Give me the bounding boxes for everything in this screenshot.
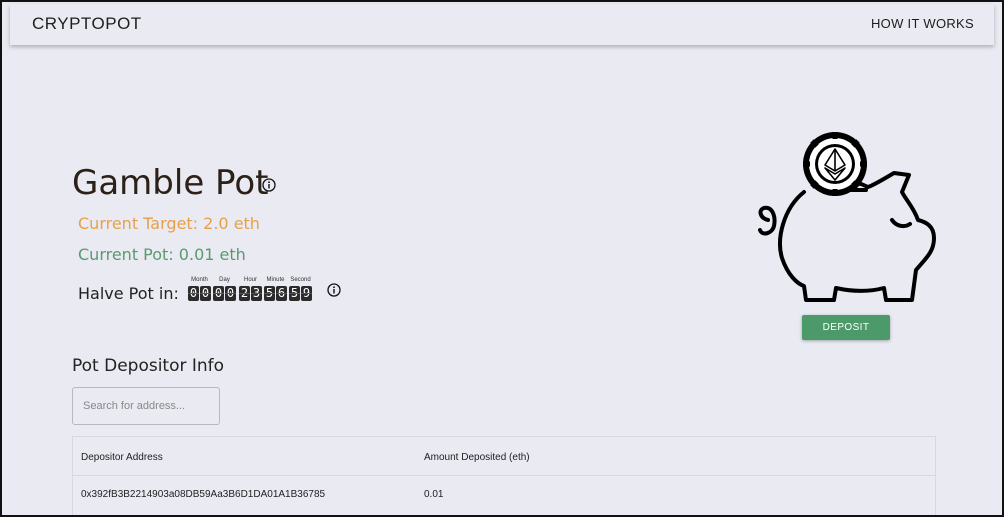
timer-hour: Hour 2 3 bbox=[239, 276, 262, 301]
how-it-works-link[interactable]: HOW IT WORKS bbox=[871, 16, 974, 31]
timer-day: Day 0 0 bbox=[213, 276, 236, 301]
depositor-address-cell: 0x392fB3B2214903a08DB59Aa3B6D1DA01A1B367… bbox=[81, 489, 326, 500]
timer-digit: 2 bbox=[239, 286, 250, 301]
page-title: Gamble Pot bbox=[72, 163, 269, 203]
timer-second-label: Second bbox=[290, 277, 311, 283]
timer-digit: 0 bbox=[225, 286, 236, 301]
column-header-amount[interactable]: Amount Deposited (eth) bbox=[424, 452, 530, 463]
halve-pot-label: Halve Pot in: bbox=[78, 284, 179, 303]
timer-month-label: Month bbox=[191, 277, 208, 283]
timer-digit: 0 bbox=[200, 286, 211, 301]
info-icon[interactable] bbox=[327, 283, 341, 297]
depositor-section-title: Pot Depositor Info bbox=[72, 356, 225, 376]
header-divider bbox=[73, 475, 935, 476]
timer-digit: 3 bbox=[251, 286, 262, 301]
timer-digit: 5 bbox=[264, 286, 275, 301]
current-target-text: Current Target: 2.0 eth bbox=[78, 214, 260, 233]
timer-digit: 5 bbox=[289, 286, 300, 301]
timer-minute-label: Minute bbox=[266, 277, 285, 283]
address-search-input[interactable] bbox=[72, 387, 220, 425]
amount-deposited-cell: 0.01 bbox=[424, 489, 444, 500]
timer-hour-label: Hour bbox=[243, 277, 257, 283]
timer-month: Month 0 0 bbox=[188, 276, 211, 301]
app-bar: CRYPTOPOT HOW IT WORKS bbox=[10, 4, 994, 45]
current-pot-text: Current Pot: 0.01 eth bbox=[78, 245, 246, 264]
deposit-button[interactable]: DEPOSIT bbox=[802, 315, 890, 340]
column-header-address[interactable]: Depositor Address bbox=[81, 452, 163, 463]
timer-digit: 0 bbox=[213, 286, 224, 301]
info-icon[interactable] bbox=[262, 178, 276, 192]
timer-digit: 6 bbox=[276, 286, 287, 301]
app-window: CRYPTOPOT HOW IT WORKS Gamble Pot Curren… bbox=[0, 0, 1004, 517]
timer-day-label: Day bbox=[219, 277, 230, 283]
brand-logo-text[interactable]: CRYPTOPOT bbox=[32, 14, 142, 34]
timer-digit: 9 bbox=[301, 286, 312, 301]
depositor-table: Depositor Address Amount Deposited (eth)… bbox=[72, 436, 936, 515]
timer-minute: Minute 5 6 bbox=[264, 276, 287, 301]
piggy-bank-icon bbox=[758, 132, 936, 302]
timer-second: Second 5 9 bbox=[289, 276, 312, 301]
timer-digit: 0 bbox=[188, 286, 199, 301]
